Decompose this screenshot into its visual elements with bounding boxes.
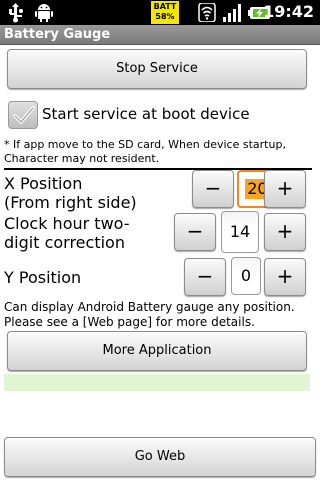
x-position-plus-button[interactable]: +: [264, 170, 306, 208]
y-position-plus-button[interactable]: +: [264, 258, 306, 296]
stop-service-button[interactable]: Stop Service: [7, 49, 307, 89]
more-application-button[interactable]: More Application: [7, 331, 307, 371]
battery-label: BATT: [153, 2, 177, 11]
signal-icon: [222, 3, 244, 26]
start-at-boot-checkbox[interactable]: [8, 101, 38, 129]
status-bar: BATT 58% 19:42: [0, 0, 320, 25]
clock-time: 19:42: [263, 2, 314, 21]
ad-banner-area: [4, 374, 310, 391]
x-position-label-line2: (From right side): [4, 193, 137, 212]
x-position-label: X Position (From right side): [4, 174, 137, 212]
start-at-boot-label[interactable]: Start service at boot device: [42, 104, 250, 124]
sd-card-note: * If app move to the SD card, When devic…: [4, 138, 286, 165]
app-title: Battery Gauge: [4, 27, 111, 42]
battery-percent-badge: BATT 58%: [151, 1, 179, 24]
x-position-label-line1: X Position: [4, 174, 83, 193]
clock-correction-label-line1: Clock hour two-: [4, 214, 130, 233]
wifi-icon: [198, 2, 216, 26]
y-position-label: Y Position: [4, 268, 82, 287]
info-text: Can display Android Battery gauge any po…: [4, 300, 316, 330]
clock-correction-label-line2: digit correction: [4, 233, 125, 252]
y-position-input[interactable]: 0: [231, 257, 261, 295]
info-text-line2: Please see a [Web page] for more details…: [4, 315, 255, 329]
info-text-line1: Can display Android Battery gauge any po…: [4, 300, 295, 314]
clock-correction-minus-button[interactable]: −: [174, 213, 216, 251]
clock-correction-label: Clock hour two- digit correction: [4, 214, 130, 252]
clock-correction-plus-button[interactable]: +: [264, 213, 306, 251]
checkmark-icon: [13, 106, 35, 124]
app-screen: BATT 58% 19:42 Battery Gauge Stop Servic…: [0, 0, 320, 480]
clock-correction-input[interactable]: 14: [221, 211, 259, 253]
usb-icon: [6, 3, 26, 27]
y-position-minus-button[interactable]: −: [184, 258, 226, 296]
battery-percent: 58%: [155, 12, 175, 21]
title-bar: Battery Gauge: [0, 25, 320, 45]
x-position-minus-button[interactable]: −: [192, 170, 234, 208]
android-debug-icon: [34, 2, 54, 27]
go-web-button[interactable]: Go Web: [4, 437, 316, 477]
